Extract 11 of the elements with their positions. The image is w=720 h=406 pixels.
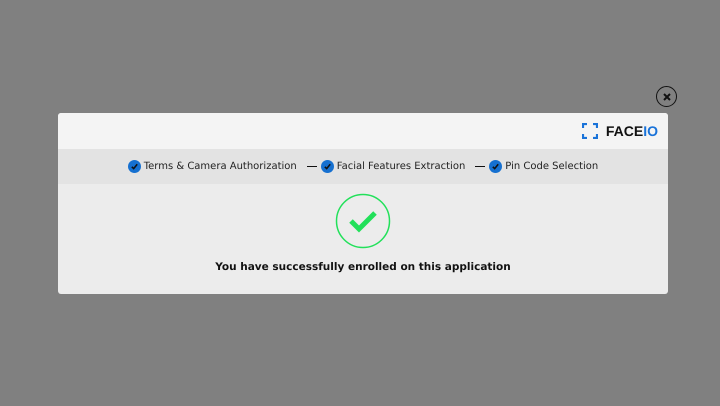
close-icon	[662, 92, 670, 100]
step-label: Terms & Camera Authorization	[144, 161, 297, 172]
success-check-icon	[335, 193, 391, 249]
step-connector	[475, 166, 486, 168]
logo-text: FACEIO	[606, 123, 658, 139]
step-label: Pin Code Selection	[505, 161, 598, 172]
step-label: Facial Features Extraction	[336, 161, 466, 172]
frame-corners-icon	[582, 123, 598, 139]
step-connector	[306, 166, 317, 168]
success-message: You have successfully enrolled on this application	[215, 261, 511, 273]
close-button[interactable]	[656, 86, 677, 107]
